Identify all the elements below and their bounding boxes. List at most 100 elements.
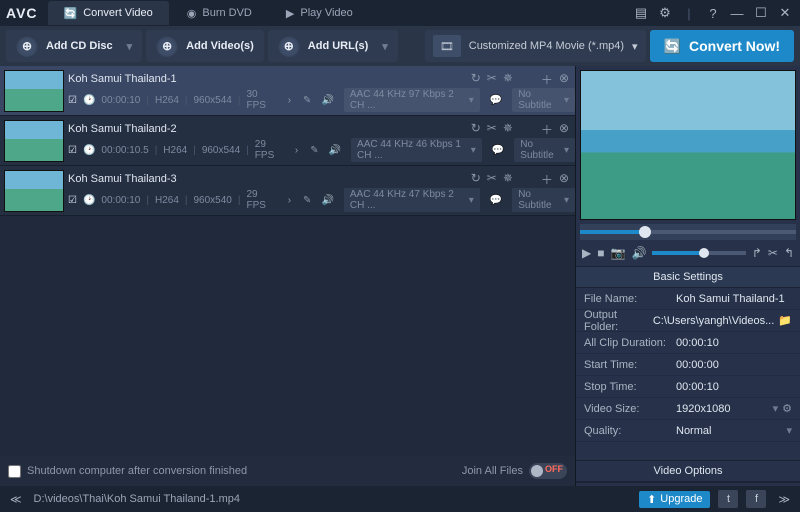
tab-convert-video[interactable]: 🔄 Convert Video	[48, 1, 169, 25]
edit-icon[interactable]: ✎	[310, 145, 318, 156]
expand-icon[interactable]: ›	[288, 95, 291, 106]
cut-button[interactable]: ✂	[768, 246, 778, 260]
file-checkbox[interactable]: ☑	[68, 195, 77, 206]
add-item-icon[interactable]: ＋	[541, 171, 553, 188]
cut-icon[interactable]: ✂	[487, 171, 497, 188]
subtitle-icon: 💬	[490, 195, 502, 206]
filename-value[interactable]: Koh Samui Thailand-1	[676, 293, 785, 305]
switch-label: OFF	[545, 464, 563, 474]
remove-item-icon[interactable]: ⊗	[559, 71, 569, 88]
effects-icon[interactable]: ✵	[503, 121, 513, 138]
row-video-size: Video Size: 1920x1080 ▾⚙	[576, 398, 800, 420]
minimize-icon[interactable]: —	[728, 6, 746, 21]
file-list: Koh Samui Thailand-1↻✂✵＋⊗☑🕑00:00:10|H264…	[0, 66, 575, 456]
facebook-icon[interactable]: f	[746, 490, 766, 508]
upgrade-button[interactable]: ⬆ Upgrade	[639, 491, 710, 508]
duration-value: 00:00:10	[676, 337, 719, 349]
file-row[interactable]: Koh Samui Thailand-1↻✂✵＋⊗☑🕑00:00:10|H264…	[0, 66, 575, 116]
file-thumbnail	[4, 170, 64, 212]
add-item-icon[interactable]: ＋	[541, 121, 553, 138]
file-thumbnail	[4, 120, 64, 162]
effects-icon[interactable]: ✵	[503, 171, 513, 188]
edit-icon[interactable]: ✎	[303, 95, 311, 106]
subtitle-select[interactable]: No Subtitle▾	[514, 138, 575, 162]
remove-item-icon[interactable]: ⊗	[559, 121, 569, 138]
row-quality: Quality: Normal▾	[576, 420, 800, 442]
label: File Name:	[584, 293, 676, 305]
volume-slider[interactable]	[652, 251, 745, 255]
cut-icon[interactable]: ✂	[487, 71, 497, 88]
cut-icon[interactable]: ✂	[487, 121, 497, 138]
refresh-icon[interactable]: ↻	[471, 171, 481, 188]
twitter-icon[interactable]: t	[718, 490, 738, 508]
video-preview[interactable]	[580, 70, 796, 220]
resolution: 960x544	[193, 95, 231, 106]
remove-item-icon[interactable]: ⊗	[559, 171, 569, 188]
refresh-icon[interactable]: ↻	[471, 71, 481, 88]
shutdown-label: Shutdown computer after conversion finis…	[27, 465, 247, 477]
label: Video Size:	[584, 403, 676, 415]
status-bar: ≪ D:\videos\Thai\Koh Samui Thailand-1.mp…	[0, 486, 800, 512]
preview-controls: ▶ ■ 📷 🔊 ↱ ✂ ↰	[576, 240, 800, 266]
subtitle-select[interactable]: No Subtitle▾	[512, 188, 575, 212]
expand-icon[interactable]: ›	[295, 145, 298, 156]
effects-icon[interactable]: ✵	[503, 71, 513, 88]
subtitle-label: No Subtitle	[518, 189, 560, 211]
file-checkbox[interactable]: ☑	[68, 145, 77, 156]
shutdown-checkbox[interactable]	[8, 465, 21, 478]
add-cd-button[interactable]: ⊕ Add CD Disc ▾	[6, 30, 142, 62]
chevron-down-icon[interactable]: ▾	[382, 40, 388, 53]
chevron-down-icon[interactable]: ▾	[786, 424, 792, 437]
add-url-button[interactable]: ⊕ Add URL(s) ▾	[268, 30, 398, 62]
quality-value[interactable]: Normal	[676, 425, 782, 437]
duration: 00:00:10.5	[101, 145, 148, 156]
volume-icon[interactable]: 🔊	[631, 246, 646, 260]
tab-burn-dvd[interactable]: ◉ Burn DVD	[171, 1, 268, 25]
stop-value[interactable]: 00:00:10	[676, 381, 719, 393]
mark-in-button[interactable]: ↱	[752, 246, 762, 260]
file-row[interactable]: Koh Samui Thailand-2↻✂✵＋⊗☑🕑00:00:10.5|H2…	[0, 116, 575, 166]
video-options-header[interactable]: Video Options	[576, 460, 800, 482]
gear-icon[interactable]: ⚙	[656, 5, 674, 21]
close-icon[interactable]: ✕	[776, 5, 794, 21]
file-row[interactable]: Koh Samui Thailand-3↻✂✵＋⊗☑🕑00:00:10|H264…	[0, 166, 575, 216]
button-label: Add Video(s)	[186, 40, 254, 52]
help-icon[interactable]: ?	[704, 6, 722, 21]
join-files-label: Join All Files	[462, 465, 523, 477]
nav-prev-button[interactable]: ≪	[6, 493, 26, 506]
chevron-down-icon[interactable]: ▾	[773, 402, 779, 415]
timeline-slider[interactable]	[580, 224, 796, 240]
duration: 00:00:10	[101, 195, 140, 206]
play-button[interactable]: ▶	[582, 246, 591, 260]
audio-track-select[interactable]: AAC 44 KHz 97 Kbps 2 CH ...▾	[344, 88, 480, 112]
file-list-pane: Koh Samui Thailand-1↻✂✵＋⊗☑🕑00:00:10|H264…	[0, 66, 576, 486]
timeline-handle[interactable]	[639, 226, 651, 238]
mark-out-button[interactable]: ↰	[784, 246, 794, 260]
subtitle-select[interactable]: No Subtitle▾	[512, 88, 575, 112]
output-profile-select[interactable]: 🎞 Customized MP4 Movie (*.mp4) ▾	[425, 30, 646, 62]
add-video-button[interactable]: ⊕ Add Video(s)	[146, 30, 264, 62]
tab-label: Convert Video	[83, 7, 153, 19]
expand-icon[interactable]: ›	[288, 195, 291, 206]
start-value[interactable]: 00:00:00	[676, 359, 719, 371]
duration: 00:00:10	[101, 95, 140, 106]
file-checkbox[interactable]: ☑	[68, 95, 77, 106]
audio-track-select[interactable]: AAC 44 KHz 47 Kbps 2 CH ...▾	[344, 188, 480, 212]
refresh-icon[interactable]: ↻	[471, 121, 481, 138]
edit-icon[interactable]: ✎	[303, 195, 311, 206]
join-files-switch[interactable]: OFF	[529, 463, 567, 479]
tab-play-video[interactable]: ▶ Play Video	[270, 1, 369, 25]
gear-icon[interactable]: ⚙	[782, 402, 792, 415]
add-item-icon[interactable]: ＋	[541, 71, 553, 88]
menu-icon[interactable]: ▤	[632, 5, 650, 21]
audio-track-select[interactable]: AAC 44 KHz 46 Kbps 1 CH ...▾	[351, 138, 482, 162]
maximize-icon[interactable]: ☐	[752, 5, 770, 21]
size-value[interactable]: 1920x1080	[676, 403, 769, 415]
nav-next-button[interactable]: ≫	[774, 493, 794, 506]
folder-browse-icon[interactable]: 📁	[778, 314, 792, 327]
convert-now-button[interactable]: 🔄 Convert Now!	[650, 30, 794, 62]
snapshot-button[interactable]: 📷	[610, 246, 625, 260]
folder-value: C:\Users\yangh\Videos...	[653, 315, 774, 327]
chevron-down-icon[interactable]: ▾	[127, 40, 133, 53]
stop-button[interactable]: ■	[597, 246, 604, 260]
